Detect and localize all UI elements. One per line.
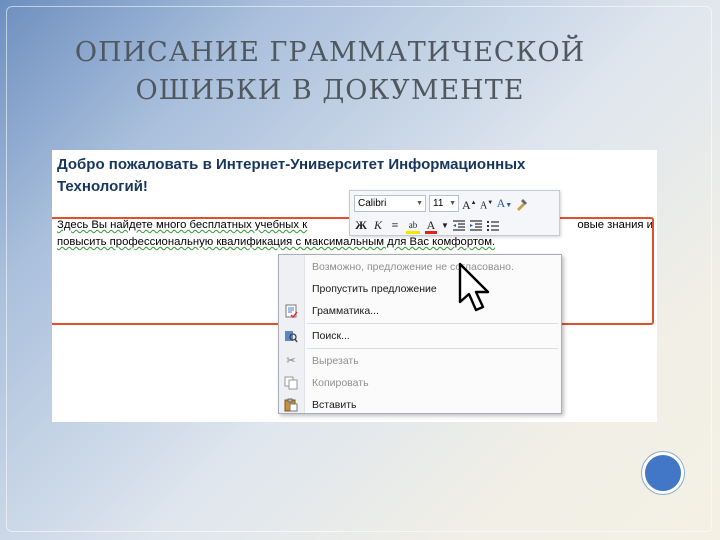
highlight-color-bar (406, 230, 420, 234)
menu-item-label: Грамматика... (312, 305, 379, 317)
chevron-down-icon: ▼ (416, 199, 423, 207)
context-menu: Возможно, предложение не согласовано. Пр… (278, 254, 562, 414)
scissors-icon: ✂ (286, 355, 296, 367)
slide-title-line-1: ОПИСАНИЕ ГРАММАТИЧЕСКОЙ (74, 37, 586, 68)
font-color-dropdown[interactable]: ▼ (441, 217, 449, 234)
paste-icon (284, 398, 298, 412)
slide-title: ОПИСАНИЕ ГРАММАТИЧЕСКОЙ ОШИБКИ В ДОКУМЕН… (40, 34, 620, 110)
copy-icon (284, 376, 298, 390)
bold-button[interactable]: Ж (354, 217, 368, 234)
chevron-down-icon: ▼ (449, 199, 456, 207)
highlight-icon: ab (408, 219, 418, 230)
menu-item-label: Копировать (312, 377, 369, 389)
decorative-circle (642, 452, 684, 494)
increase-indent-icon (469, 219, 482, 231)
research-icon (284, 329, 298, 343)
menu-item-label: Пропустить предложение (312, 283, 437, 295)
font-size-value: 11 (433, 197, 444, 209)
highlight-button[interactable]: ab (405, 217, 421, 234)
menu-item-grammar[interactable]: Грамматика... (279, 301, 561, 321)
menu-item-label: Поиск... (312, 330, 350, 342)
menu-item-grammar-suggestion: Возможно, предложение не согласовано. (279, 257, 561, 277)
decrease-indent-icon (452, 219, 465, 231)
menu-separator (307, 323, 558, 324)
menu-item-ignore-sentence[interactable]: Пропустить предложение (279, 279, 561, 299)
styles-icon: A (496, 195, 506, 210)
menu-item-paste[interactable]: Вставить (279, 395, 561, 415)
bullets-button[interactable] (486, 217, 500, 234)
menu-item-research[interactable]: Поиск... (279, 326, 561, 346)
grow-font-icon: A (462, 197, 471, 212)
font-name-select[interactable]: Calibri ▼ (354, 194, 426, 212)
bullets-icon (486, 220, 499, 231)
font-color-icon: A (426, 217, 436, 232)
grow-font-button[interactable]: A▲ (462, 195, 477, 212)
mini-toolbar: Calibri ▼ 11 ▼ A▲ A▼ A▼ Ж К ≡ ab A ▼ (349, 190, 560, 236)
font-color-button[interactable]: A (424, 217, 438, 234)
font-color-bar (425, 230, 437, 234)
align-center-button[interactable]: ≡ (388, 217, 402, 234)
slide-title-line-2: ОШИБКИ В ДОКУМЕНТЕ (135, 75, 525, 106)
mini-toolbar-row-1: Calibri ▼ 11 ▼ A▲ A▼ A▼ (354, 193, 532, 213)
menu-item-label: Вставить (312, 399, 357, 411)
chevron-down-icon: ▼ (441, 220, 449, 230)
font-name-value: Calibri (358, 197, 387, 209)
decrease-indent-button[interactable] (452, 217, 466, 234)
mini-toolbar-row-2: Ж К ≡ ab A ▼ (354, 215, 503, 235)
document-heading-line-1: Добро пожаловать в Интернет-Университет … (57, 156, 526, 173)
format-painter-icon (517, 198, 528, 211)
menu-item-copy: Копировать (279, 373, 561, 393)
align-center-icon: ≡ (391, 217, 399, 232)
increase-indent-button[interactable] (469, 217, 483, 234)
grammar-icon (284, 304, 298, 319)
mouse-pointer-icon (458, 262, 490, 312)
format-painter-button[interactable] (515, 195, 529, 212)
document-screenshot: Добро пожаловать в Интернет-Университет … (52, 150, 657, 422)
shrink-font-button[interactable]: A▼ (480, 195, 494, 212)
menu-separator (307, 348, 558, 349)
styles-button[interactable]: A▼ (497, 195, 513, 212)
menu-item-label: Вырезать (312, 355, 359, 367)
italic-button[interactable]: К (371, 217, 385, 234)
font-size-select[interactable]: 11 ▼ (429, 194, 459, 212)
menu-item-cut: ✂ Вырезать (279, 351, 561, 371)
